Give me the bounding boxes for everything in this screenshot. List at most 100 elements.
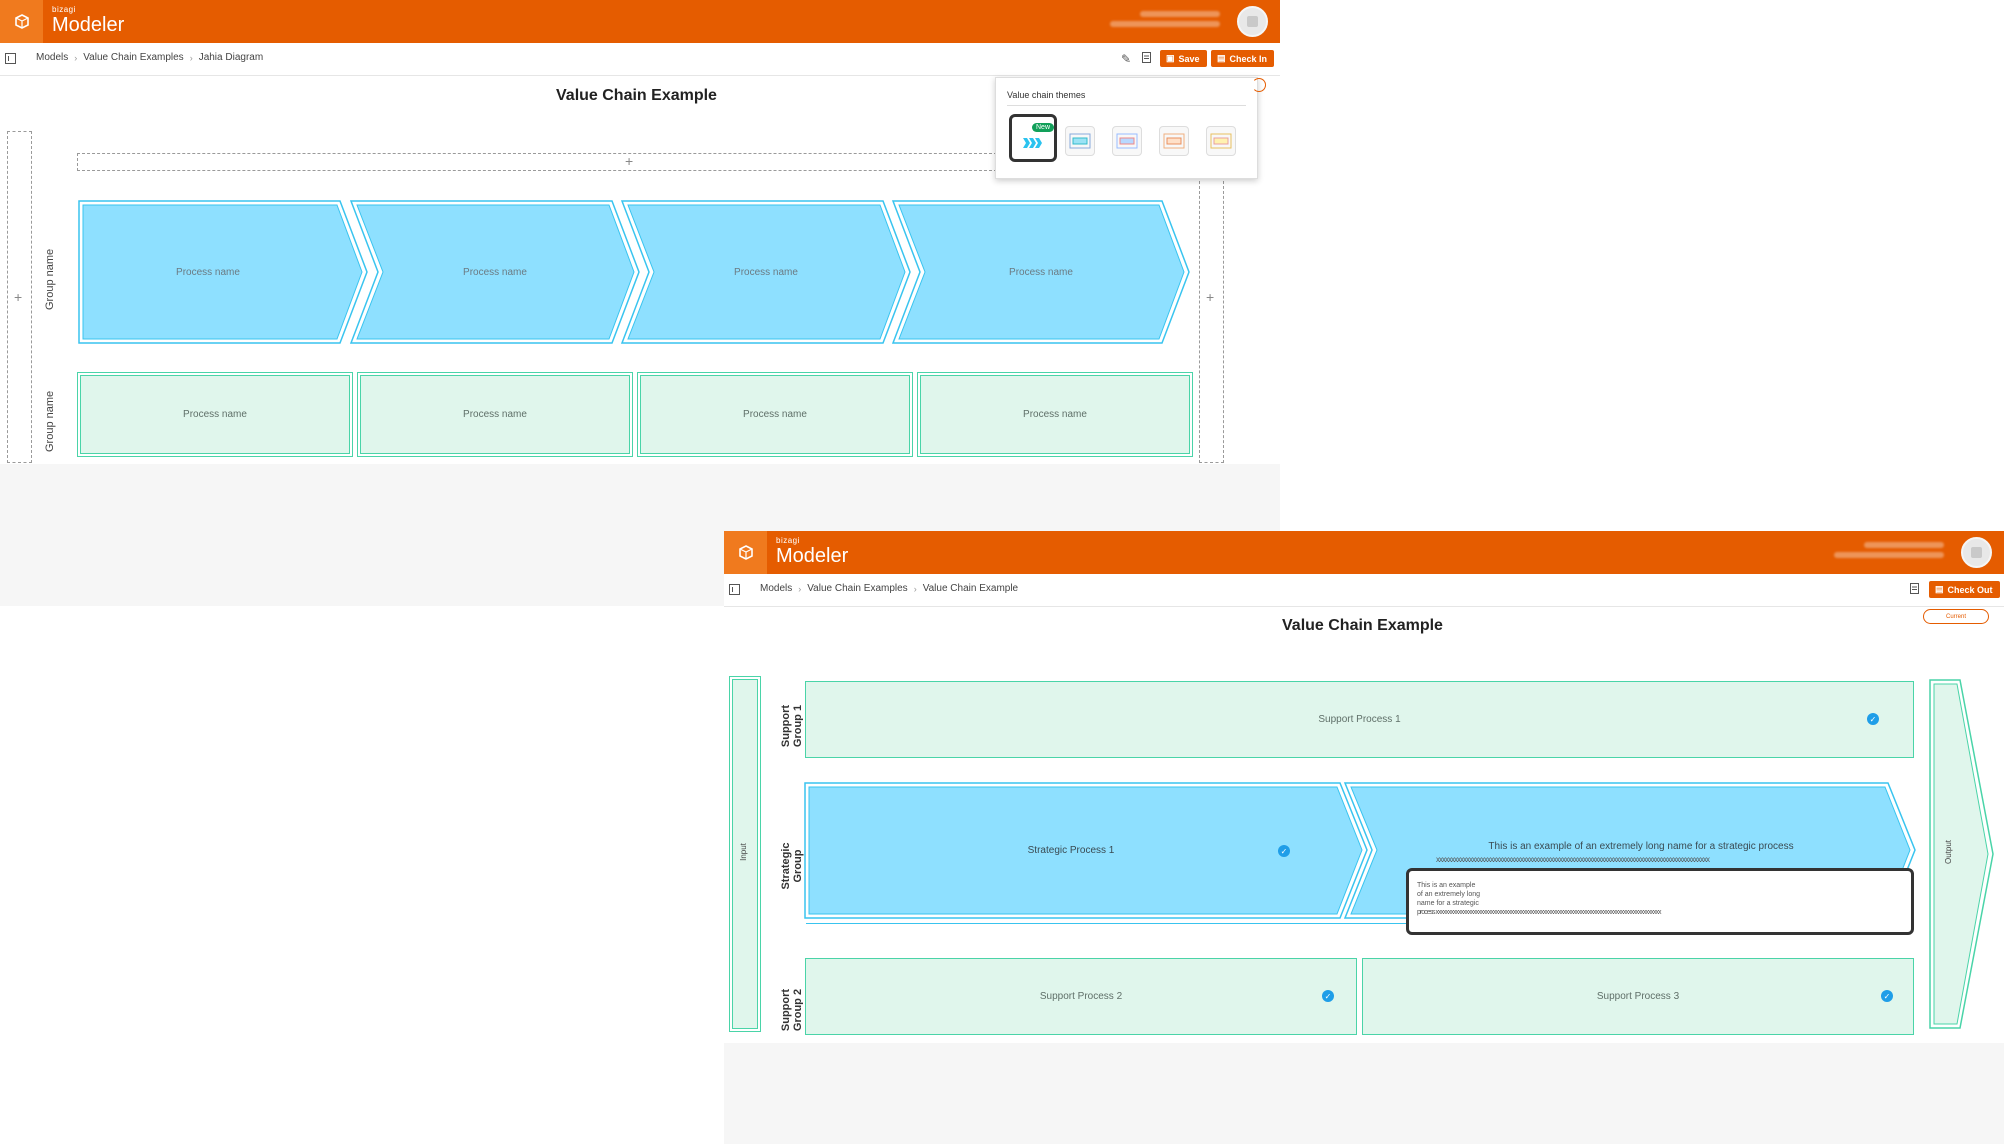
breadcrumb: Models › Value Chain Examples › Value Ch…	[760, 583, 1018, 594]
strategic-process[interactable]: Process name	[349, 200, 640, 344]
breadcrumb-item[interactable]: Value Chain Example	[923, 583, 1018, 594]
inline-name-editor[interactable]: This is an example of an extremely long …	[1406, 868, 1914, 935]
add-group-zone[interactable]	[77, 153, 997, 171]
page-title: Value Chain Example	[556, 87, 717, 104]
box-logo-icon[interactable]	[0, 0, 43, 43]
support-process[interactable]: Process name	[360, 375, 630, 454]
checkmark-icon: ✓	[1867, 713, 1879, 725]
save-button[interactable]: ▣ Save	[1160, 50, 1207, 67]
chevron-right-icon: ›	[74, 52, 78, 63]
process-label: Process name	[743, 409, 807, 420]
strategic-process[interactable]: Process name	[78, 200, 368, 344]
editor-text[interactable]: This is an example of an extremely long …	[1417, 881, 1897, 917]
output-chevron-shape	[1929, 679, 1994, 1029]
theme-preview-icon	[1116, 133, 1138, 149]
viewer-window: bizagi Modeler Models › Value Chain Exam…	[724, 531, 2004, 1144]
breadcrumb-item[interactable]: Value Chain Examples	[807, 583, 907, 594]
avatar[interactable]	[1237, 6, 1268, 37]
top-bar: bizagi Modeler	[0, 0, 1280, 43]
breadcrumb-bar: Models › Value Chain Examples › Jahia Di…	[0, 43, 1280, 76]
process-label: Support Process 2	[1039, 991, 1123, 1002]
chevron-right-icon: ›	[798, 583, 802, 594]
plus-icon[interactable]: +	[14, 289, 22, 305]
theme-blue[interactable]	[1112, 126, 1142, 156]
theme-preview-icon	[1210, 133, 1232, 149]
plus-icon[interactable]: +	[625, 153, 633, 169]
support-process[interactable]: Support Process 2	[803, 956, 1359, 1037]
plus-icon[interactable]: +	[1206, 289, 1214, 305]
output-lane[interactable]	[1929, 679, 1995, 1029]
check-out-label: Check Out	[1947, 584, 1993, 595]
divider	[1007, 105, 1246, 106]
group-label-text: Group name	[44, 248, 56, 310]
box-logo-icon[interactable]	[724, 531, 767, 574]
support-process[interactable]: Process name	[920, 375, 1190, 454]
process-label: Process name	[463, 409, 527, 420]
support-process[interactable]: Support Process 3	[1360, 956, 1916, 1037]
process-label: Process name	[734, 266, 798, 278]
check-in-button[interactable]: ▤ Check In	[1211, 50, 1275, 67]
process-label: Process name	[1023, 409, 1087, 420]
top-bar: bizagi Modeler	[724, 531, 2004, 574]
document-icon[interactable]	[1142, 52, 1151, 66]
check-out-button[interactable]: ▤ Check Out	[1929, 581, 2000, 598]
editor-window: bizagi Modeler Models › Value Chain Exam…	[0, 0, 1280, 606]
check-in-label: Check In	[1229, 53, 1268, 64]
chevron-right-icon: ›	[189, 52, 193, 63]
breadcrumb: Models › Value Chain Examples › Jahia Di…	[36, 52, 263, 63]
editor-line: process xxxxxxxxxxxxxxxxxxxxxxxxxxxxxxxx…	[1417, 909, 1661, 916]
editor-line: This is an example	[1417, 882, 1476, 889]
strategic-process[interactable]: Process name	[620, 200, 911, 344]
theme-cyan[interactable]	[1065, 126, 1095, 156]
theme-orange[interactable]	[1159, 126, 1189, 156]
process-label: Process name	[176, 266, 240, 278]
sidebar-toggle-icon[interactable]	[5, 53, 16, 64]
checkmark-icon: ✓	[1278, 845, 1290, 857]
editor-line: of an extremely long	[1417, 891, 1481, 898]
group-label: Group name	[44, 248, 72, 310]
brand-main: Modeler	[52, 14, 125, 36]
breadcrumb-item[interactable]: Value Chain Examples	[83, 52, 183, 63]
page-title: Value Chain Example	[1282, 617, 1443, 634]
output-label: Output	[1944, 840, 1953, 865]
check-out-icon: ▤	[1935, 584, 1944, 594]
save-icon: ▣	[1166, 53, 1175, 63]
support-process[interactable]: Support Process 1	[803, 679, 1916, 760]
theme-preview-icon	[1163, 133, 1185, 149]
brand: bizagi Modeler	[776, 537, 848, 568]
brand: bizagi Modeler	[52, 5, 125, 37]
breadcrumb-bar: Models › Value Chain Examples › Value Ch…	[724, 574, 2004, 607]
check-in-icon: ▤	[1217, 53, 1226, 63]
checkmark-icon: ✓	[1322, 990, 1334, 1002]
process-label: Support Process 1	[1318, 714, 1401, 725]
long-process-label-overflow: xxxxxxxxxxxxxxxxxxxxxxxxxxxxxxxxxxxxxxxx…	[1436, 855, 1710, 864]
theme-yellow[interactable]	[1206, 126, 1236, 156]
process-label: Process name	[183, 409, 247, 420]
version-pill-edge	[1252, 78, 1266, 92]
pencil-icon[interactable]: ✎	[1121, 52, 1131, 66]
output-drop-zone[interactable]	[1199, 176, 1224, 463]
group-label-text: Group name	[44, 390, 56, 452]
breadcrumb-item[interactable]: Models	[760, 583, 792, 594]
version-pill[interactable]: Current	[1923, 609, 1989, 624]
user-info[interactable]	[1110, 11, 1230, 31]
user-info[interactable]	[1834, 542, 1954, 562]
chevrons-icon	[1023, 138, 1042, 148]
input-label: Input	[739, 843, 748, 861]
sidebar-toggle-icon[interactable]	[729, 584, 740, 595]
brand-small: bizagi	[52, 5, 76, 14]
support-process[interactable]: Process name	[640, 375, 910, 454]
breadcrumb-item[interactable]: Jahia Diagram	[199, 52, 263, 63]
breadcrumb-item[interactable]: Models	[36, 52, 68, 63]
long-process-label: This is an example of an extremely long …	[1488, 841, 1794, 852]
group-label: Group name	[44, 390, 72, 452]
process-label: Process name	[1009, 266, 1073, 278]
document-icon[interactable]	[1910, 583, 1919, 597]
save-label: Save	[1178, 53, 1200, 64]
canvas-footer	[724, 1043, 2004, 1144]
avatar[interactable]	[1961, 537, 1992, 568]
checkmark-icon: ✓	[1881, 990, 1893, 1002]
strategic-process[interactable]: Process name	[891, 200, 1190, 344]
support-process[interactable]: Process name	[80, 375, 350, 454]
theme-chevrons[interactable]: New	[1009, 114, 1057, 162]
